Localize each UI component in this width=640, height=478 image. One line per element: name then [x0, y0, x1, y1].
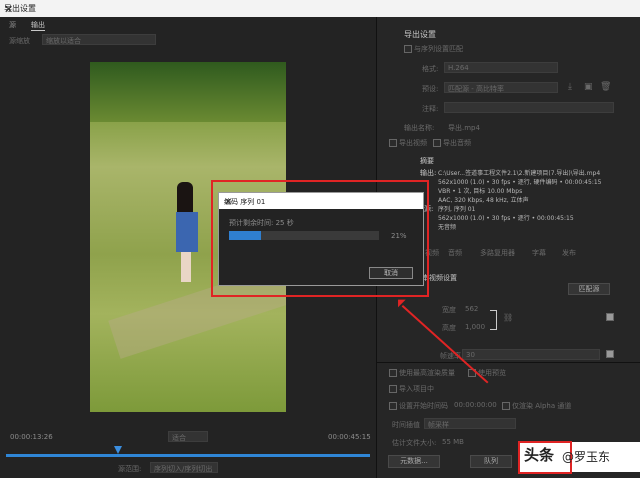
comment-input[interactable] — [444, 102, 614, 113]
frame-rate-value: 30 — [466, 351, 475, 359]
timeline-bar[interactable] — [6, 454, 370, 457]
start-timecode-checkbox[interactable] — [389, 402, 397, 410]
person-legs — [181, 252, 191, 282]
playhead-icon[interactable] — [114, 446, 122, 454]
start-timecode-label: 设置开始时间码 — [399, 402, 448, 410]
timecode-start: 00:00:13:26 — [10, 433, 53, 441]
width-value[interactable]: 562 — [465, 305, 478, 313]
output-line4: AAC, 320 Kbps, 48 kHz, 立体声 — [438, 197, 529, 204]
progress-bar — [229, 231, 379, 240]
tab-publish[interactable]: 发布 — [562, 248, 576, 258]
progress-percent: 21% — [391, 232, 407, 240]
height-label: 高度 — [442, 324, 456, 332]
render-alpha-label: 仅渲染 Alpha 通道 — [512, 402, 572, 410]
source-range-label: 源范围: — [118, 465, 142, 473]
frame-rate-dropdown[interactable]: 30 — [462, 349, 600, 360]
cancel-button[interactable]: 取消 — [369, 267, 413, 279]
export-video-label: 导出视频 — [399, 139, 427, 147]
export-audio-checkbox[interactable] — [433, 139, 441, 147]
format-label: 格式: — [422, 65, 439, 73]
preset-value: 匹配源 - 高比特率 — [448, 85, 504, 93]
summary-label: 摘要 — [420, 157, 434, 165]
match-source-button[interactable]: 匹配源 — [568, 283, 610, 295]
render-alpha-checkbox[interactable] — [502, 402, 510, 410]
tab-source[interactable]: 源 — [9, 20, 16, 30]
preset-dropdown[interactable]: 匹配源 - 高比特率 — [444, 82, 558, 93]
source-line3: 无音频 — [438, 224, 457, 231]
progress-fill — [229, 231, 261, 240]
file-size-label: 估计文件大小: — [392, 439, 437, 447]
dialog-titlebar: 编码 序列 01 ✕ — [219, 193, 423, 209]
person-dress — [176, 212, 198, 252]
match-sequence-label: 与序列设置匹配 — [414, 45, 463, 53]
import-project-label: 导入项目中 — [399, 385, 434, 393]
scale-dropdown[interactable]: 缩放以适合 — [42, 34, 156, 45]
fit-dropdown[interactable]: 适合 — [168, 431, 208, 442]
import-project-checkbox[interactable] — [389, 385, 397, 393]
timecode-end: 00:00:45:15 — [328, 433, 371, 441]
fit-value: 适合 — [172, 434, 186, 442]
dialog-body: 预计剩余时间: 25 秒 21% 取消 — [219, 209, 423, 285]
window-titlebar: 导出设置 ✕ — [0, 0, 640, 17]
max-render-checkbox[interactable] — [389, 369, 397, 377]
watermark-handle: @罗玉东 — [562, 450, 611, 464]
source-line2: 562x1000 (1.0) • 30 fps • 逐行 • 00:00:45:… — [438, 215, 574, 222]
import-preset-icon[interactable]: ▣ — [584, 82, 593, 92]
time-interp-value: 帧采样 — [428, 421, 449, 429]
annotation-arrow-head-icon: ◤ — [398, 298, 406, 309]
format-value: H.264 — [448, 64, 469, 72]
tab-multiplexer[interactable]: 多路复用器 — [480, 248, 515, 258]
output-label: 输出: — [420, 169, 437, 177]
chain-link-icon[interactable]: ⛓ — [503, 313, 513, 322]
width-checkbox[interactable] — [606, 313, 614, 321]
dialog-close-icon[interactable]: ✕ — [224, 197, 417, 208]
file-size-value: 55 MB — [442, 438, 464, 446]
match-sequence-checkbox[interactable] — [404, 45, 412, 53]
tab-audio[interactable]: 音频 — [448, 248, 462, 258]
metadata-button[interactable]: 元数据... — [388, 455, 440, 468]
format-dropdown[interactable]: H.264 — [444, 62, 558, 73]
export-video-checkbox[interactable] — [389, 139, 397, 147]
trees — [90, 62, 286, 122]
output-path: C:\User...签道事工程文件2.1\2.新建项目(7.导出)\导出.mp4 — [438, 170, 601, 177]
aspect-link-bracket — [490, 310, 497, 330]
encoding-dialog: 编码 序列 01 ✕ 预计剩余时间: 25 秒 21% 取消 — [218, 192, 424, 286]
start-timecode-value[interactable]: 00:00:00:00 — [454, 401, 497, 409]
output-line2: 562x1000 (1.0) • 30 fps • 逐行, 硬件编码 • 00:… — [438, 179, 602, 186]
save-preset-icon[interactable]: ⤓ — [568, 82, 572, 92]
export-audio-label: 导出音频 — [443, 139, 471, 147]
time-interp-dropdown[interactable]: 帧采样 — [424, 418, 516, 429]
time-interp-label: 时间插值 — [392, 421, 420, 429]
queue-button[interactable]: 队列 — [470, 455, 512, 468]
comment-label: 注释: — [422, 105, 439, 113]
width-label: 宽度 — [442, 306, 456, 314]
section-divider — [377, 362, 640, 363]
tab-output[interactable]: 输出 — [31, 20, 45, 31]
close-icon[interactable]: ✕ — [4, 3, 634, 16]
frame-rate-checkbox[interactable] — [606, 350, 614, 358]
output-line3: VBR • 1 次, 目标 10.00 Mbps — [438, 188, 523, 195]
source-line1: 序列, 序列 01 — [438, 206, 476, 213]
output-name-value[interactable]: 导出.mp4 — [448, 123, 480, 133]
watermark-brand: 头条 — [524, 446, 555, 464]
height-value[interactable]: 1,000 — [465, 323, 485, 331]
export-settings-title: 导出设置 — [404, 30, 436, 39]
scale-value: 缩放以适合 — [46, 37, 81, 45]
max-render-label: 使用最高渲染质量 — [399, 369, 455, 377]
source-range-dropdown[interactable]: 序列切入/序列切出 — [150, 462, 218, 473]
output-name-label: 输出名称: — [404, 124, 435, 132]
preset-label: 预设: — [422, 85, 439, 93]
remaining-time-text: 预计剩余时间: 25 秒 — [229, 219, 294, 227]
scale-label: 源缩放 — [9, 37, 30, 45]
tab-captions[interactable]: 字幕 — [532, 248, 546, 258]
delete-preset-icon[interactable]: 🗑 — [600, 82, 611, 92]
source-range-value: 序列切入/序列切出 — [154, 465, 213, 473]
